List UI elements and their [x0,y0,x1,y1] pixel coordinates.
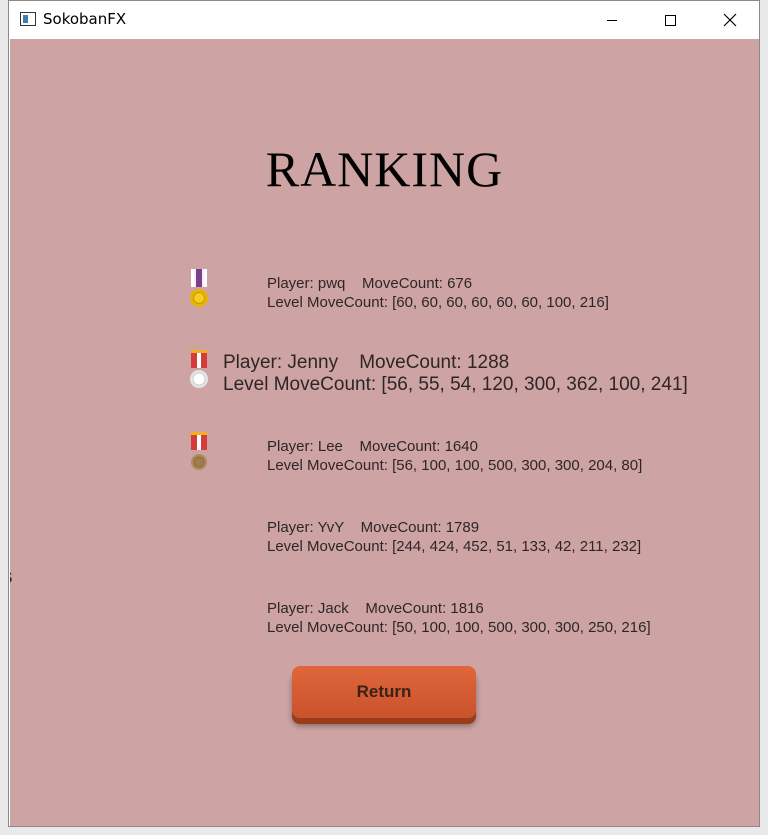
return-button[interactable]: Return [292,666,476,718]
maximize-icon [664,14,676,26]
ranking-entry: Player: pwq MoveCount: 676 Level MoveCou… [267,274,609,312]
red-bronze-medal-icon [191,432,207,470]
app-window: SokobanFX s RANKING [8,0,760,827]
minimize-icon [607,19,617,21]
player-movecount: Player: pwq MoveCount: 676 [267,275,473,292]
red-silver-medal-icon [190,350,208,388]
level-movecount: Level MoveCount: [50, 100, 100, 500, 300… [267,619,651,636]
ranking-entry-highlighted: Player: Jenny MoveCount: 1288 Level Move… [223,352,688,396]
purple-gold-medal-icon [190,269,208,307]
level-movecount: Level MoveCount: [60, 60, 60, 60, 60, 60… [267,294,609,311]
clipped-side-text: s [10,565,13,589]
ranking-entry: Player: Jack MoveCount: 1816 Level MoveC… [267,599,651,637]
level-movecount: Level MoveCount: [244, 424, 452, 51, 133… [267,538,642,555]
window-title: SokobanFX [43,10,127,28]
level-movecount: Level MoveCount: [56, 100, 100, 500, 300… [267,457,643,474]
level-movecount: Level MoveCount: [56, 55, 54, 120, 300, … [223,374,688,395]
maximize-button[interactable] [641,1,699,39]
player-movecount: Player: YvY MoveCount: 1789 [267,519,480,536]
app-icon [20,12,36,26]
page-title: RANKING [265,141,504,197]
player-movecount: Player: Lee MoveCount: 1640 [267,438,478,455]
minimize-button[interactable] [583,1,641,39]
return-button-label: Return [356,682,412,701]
ranking-entry: Player: Lee MoveCount: 1640 Level MoveCo… [267,437,642,475]
ranking-entry: Player: YvY MoveCount: 1789 Level MoveCo… [267,518,641,556]
ranking-screen: s RANKING Player: pwq [10,39,759,826]
close-button[interactable] [701,1,759,39]
close-icon [723,13,737,27]
title-bar[interactable]: SokobanFX [9,1,759,39]
player-movecount: Player: Jenny MoveCount: 1288 [223,352,510,373]
player-movecount: Player: Jack MoveCount: 1816 [267,600,484,617]
